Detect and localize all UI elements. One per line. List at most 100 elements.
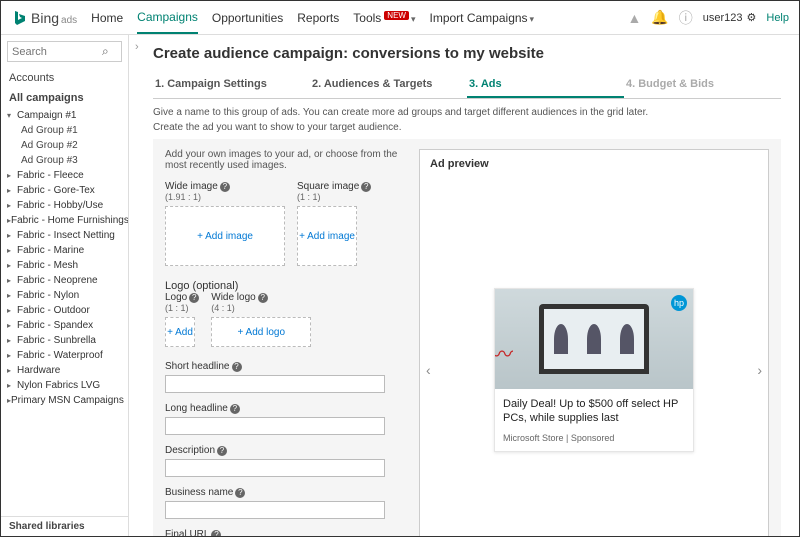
sidebar-item-child[interactable]: Ad Group #2 — [1, 138, 128, 153]
accounts-label[interactable]: Accounts — [1, 68, 128, 88]
help-icon[interactable]: ? — [220, 182, 230, 192]
sidebar-item-label: Fabric - Nylon — [17, 290, 79, 301]
wide-image-dropzone[interactable]: + Add image — [165, 206, 285, 266]
sidebar-item[interactable]: ▸Fabric - Fleece — [1, 168, 128, 183]
sidebar-item[interactable]: ▸Fabric - Mesh — [1, 258, 128, 273]
sidebar-item-label: Fabric - Spandex — [17, 320, 93, 331]
preview-next-arrow[interactable]: › — [757, 362, 762, 378]
twisty-icon[interactable]: ▸ — [7, 336, 17, 345]
wide-logo-section: Wide logo? (4 : 1) + Add logo — [211, 292, 311, 347]
sidebar-item-child[interactable]: Ad Group #3 — [1, 153, 128, 168]
short-headline-label: Short headline — [165, 361, 230, 372]
step-budget-bids[interactable]: 4. Budget & Bids — [624, 72, 781, 98]
form-left: Add your own images to your ad, or choos… — [165, 149, 405, 536]
sidebar-item[interactable]: ▸Fabric - Waterproof — [1, 348, 128, 363]
user-menu[interactable]: user123⚙ — [703, 11, 757, 24]
nav-import[interactable]: Import Campaigns▾ — [430, 3, 535, 33]
twisty-icon[interactable]: ▸ — [7, 366, 17, 375]
sidebar-item-label: Fabric - Sunbrella — [17, 335, 96, 346]
step-ads[interactable]: 3. Ads — [467, 72, 624, 98]
help-icon[interactable]: ? — [211, 530, 221, 536]
twisty-icon[interactable]: ▸ — [7, 276, 17, 285]
sidebar-item[interactable]: ▸Fabric - Nylon — [1, 288, 128, 303]
sidebar-item[interactable]: ▸Fabric - Hobby/Use — [1, 198, 128, 213]
hint-create: Create the ad you want to show to your t… — [153, 122, 781, 133]
expand-panel-icon[interactable]: › — [135, 41, 139, 53]
campaign-tree: ▾Campaign #1Ad Group #1Ad Group #2Ad Gro… — [1, 108, 128, 516]
nav-tools[interactable]: ToolsNEW▾ — [353, 3, 415, 33]
twisty-icon[interactable]: ▸ — [7, 186, 17, 195]
logo-ratio: (1 : 1) — [165, 303, 199, 313]
sidebar-item-child[interactable]: Ad Group #1 — [1, 123, 128, 138]
sidebar-item-label: Fabric - Outdoor — [17, 305, 90, 316]
sidebar-item[interactable]: ▸Fabric - Spandex — [1, 318, 128, 333]
help-icon[interactable]: ? — [217, 446, 227, 456]
help-link[interactable]: Help — [766, 12, 789, 24]
brand-logo[interactable]: Bingads — [11, 10, 77, 26]
help-icon[interactable]: ? — [361, 182, 371, 192]
help-icon[interactable]: ? — [189, 293, 199, 303]
sidebar-item[interactable]: ▸Nylon Fabrics LVG — [1, 378, 128, 393]
hp-logo-icon: hp — [671, 295, 687, 311]
nav-opportunities[interactable]: Opportunities — [212, 3, 283, 33]
sidebar: ⌕ Accounts All campaigns ▾Campaign #1Ad … — [1, 35, 129, 536]
long-headline-input[interactable] — [165, 417, 385, 435]
square-image-label: Square image — [297, 181, 359, 192]
help-icon[interactable]: ? — [230, 404, 240, 414]
alert-icon[interactable]: ▲ — [627, 10, 641, 26]
shared-libraries[interactable]: Shared libraries — [1, 516, 128, 536]
twisty-icon[interactable]: ▸ — [7, 291, 17, 300]
preview-prev-arrow[interactable]: ‹ — [426, 362, 431, 378]
square-image-dropzone[interactable]: + Add image — [297, 206, 357, 266]
content-area: › Create audience campaign: conversions … — [129, 35, 799, 536]
twisty-icon[interactable]: ▸ — [7, 171, 17, 180]
step-audiences-targets[interactable]: 2. Audiences & Targets — [310, 72, 467, 98]
twisty-icon[interactable]: ▸ — [7, 351, 17, 360]
sidebar-item-label: Fabric - Neoprene — [17, 275, 98, 286]
wide-image-ratio: (1.91 : 1) — [165, 192, 285, 202]
sidebar-item-label: Primary MSN Campaigns — [11, 395, 124, 406]
twisty-icon[interactable]: ▸ — [7, 306, 17, 315]
twisty-icon[interactable]: ▸ — [7, 381, 17, 390]
sidebar-item[interactable]: ▸Fabric - Marine — [1, 243, 128, 258]
sidebar-item[interactable]: ▸Fabric - Neoprene — [1, 273, 128, 288]
gear-icon: ⚙ — [747, 11, 757, 24]
search-input[interactable] — [12, 46, 102, 58]
sidebar-item[interactable]: ▸Fabric - Home Furnishings — [1, 213, 128, 228]
sidebar-item[interactable]: ▸Fabric - Sunbrella — [1, 333, 128, 348]
sidebar-item[interactable]: ▸Hardware — [1, 363, 128, 378]
logo-dropzone[interactable]: + Add — [165, 317, 195, 347]
twisty-icon[interactable]: ▸ — [7, 246, 17, 255]
help-icon[interactable]: ? — [235, 488, 245, 498]
sidebar-item[interactable]: ▸Fabric - Gore-Tex — [1, 183, 128, 198]
help-icon[interactable]: ? — [232, 362, 242, 372]
search-icon[interactable]: ⌕ — [102, 44, 109, 59]
help-icon[interactable]: ? — [258, 293, 268, 303]
all-campaigns-label[interactable]: All campaigns — [1, 88, 128, 108]
long-headline-label: Long headline — [165, 403, 228, 414]
sidebar-item-label: Fabric - Mesh — [17, 260, 78, 271]
twisty-icon[interactable]: ▸ — [7, 321, 17, 330]
bell-icon[interactable]: 🔔 — [651, 9, 668, 26]
sidebar-item[interactable]: ▾Campaign #1 — [1, 108, 128, 123]
sidebar-item[interactable]: ▸Fabric - Insect Netting — [1, 228, 128, 243]
business-name-input[interactable] — [165, 501, 385, 519]
short-headline-input[interactable] — [165, 375, 385, 393]
step-campaign-settings[interactable]: 1. Campaign Settings — [153, 72, 310, 98]
nav-campaigns[interactable]: Campaigns — [137, 2, 198, 34]
wide-logo-dropzone[interactable]: + Add logo — [211, 317, 311, 347]
nav-links: Home Campaigns Opportunities Reports Too… — [91, 2, 534, 34]
nav-home[interactable]: Home — [91, 3, 123, 33]
twisty-icon[interactable]: ▸ — [7, 201, 17, 210]
twisty-icon[interactable]: ▸ — [7, 261, 17, 270]
twisty-icon[interactable]: ▸ — [7, 231, 17, 240]
nav-reports[interactable]: Reports — [297, 3, 339, 33]
description-input[interactable] — [165, 459, 385, 477]
twisty-icon[interactable]: ▾ — [7, 111, 17, 120]
sidebar-search[interactable]: ⌕ — [7, 41, 122, 62]
sidebar-item[interactable]: ▸Primary MSN Campaigns — [1, 393, 128, 408]
sidebar-item[interactable]: ▸Fabric - Outdoor — [1, 303, 128, 318]
info-icon[interactable]: ⓘ — [679, 8, 693, 28]
sidebar-item-label: Fabric - Insect Netting — [17, 230, 115, 241]
ad-preview-byline: Microsoft Store | Sponsored — [503, 433, 685, 443]
